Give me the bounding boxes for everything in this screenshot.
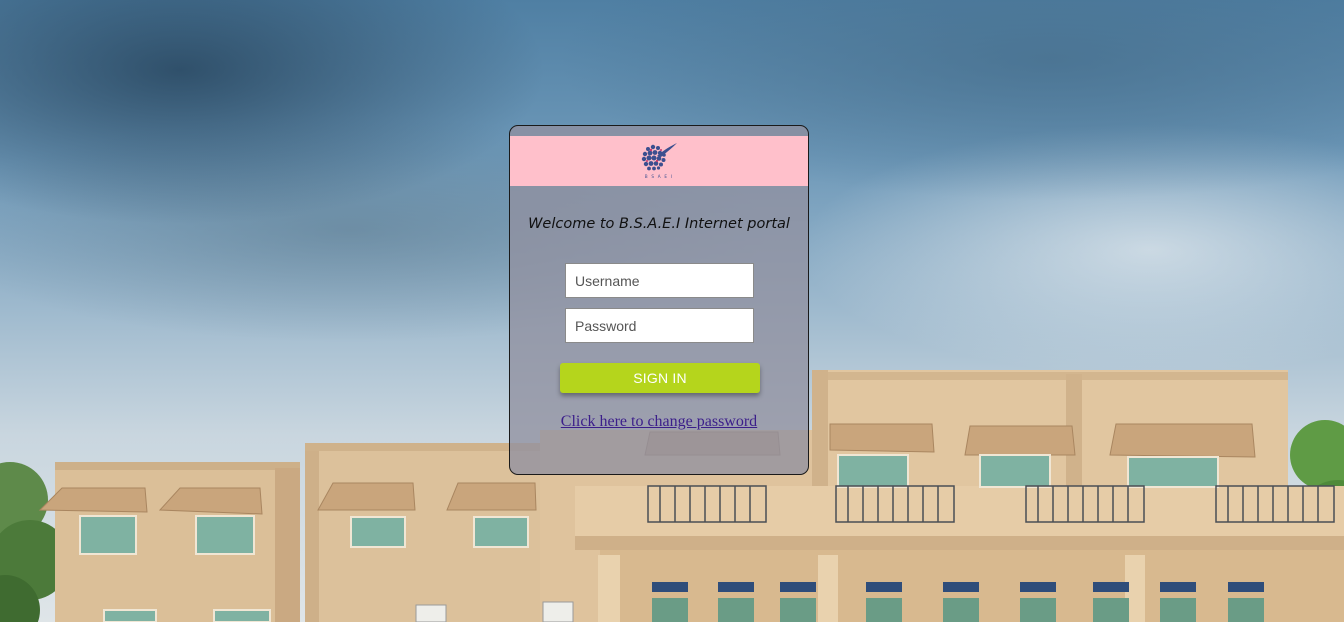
username-input[interactable] — [565, 263, 754, 298]
password-input[interactable] — [565, 308, 754, 343]
login-page: B S A E I Welcome to B.S.A.E.I Internet … — [0, 0, 1344, 622]
bsaei-globe-logo-icon: B S A E I — [641, 143, 677, 179]
card-header: B S A E I — [510, 136, 808, 186]
sign-in-button[interactable]: SIGN IN — [560, 363, 760, 393]
welcome-heading: Welcome to B.S.A.E.I Internet portal — [528, 216, 790, 232]
change-password-link[interactable]: Click here to change password — [510, 413, 808, 431]
logo-caption: B S A E I — [645, 174, 673, 179]
login-card: B S A E I Welcome to B.S.A.E.I Internet … — [509, 125, 809, 475]
